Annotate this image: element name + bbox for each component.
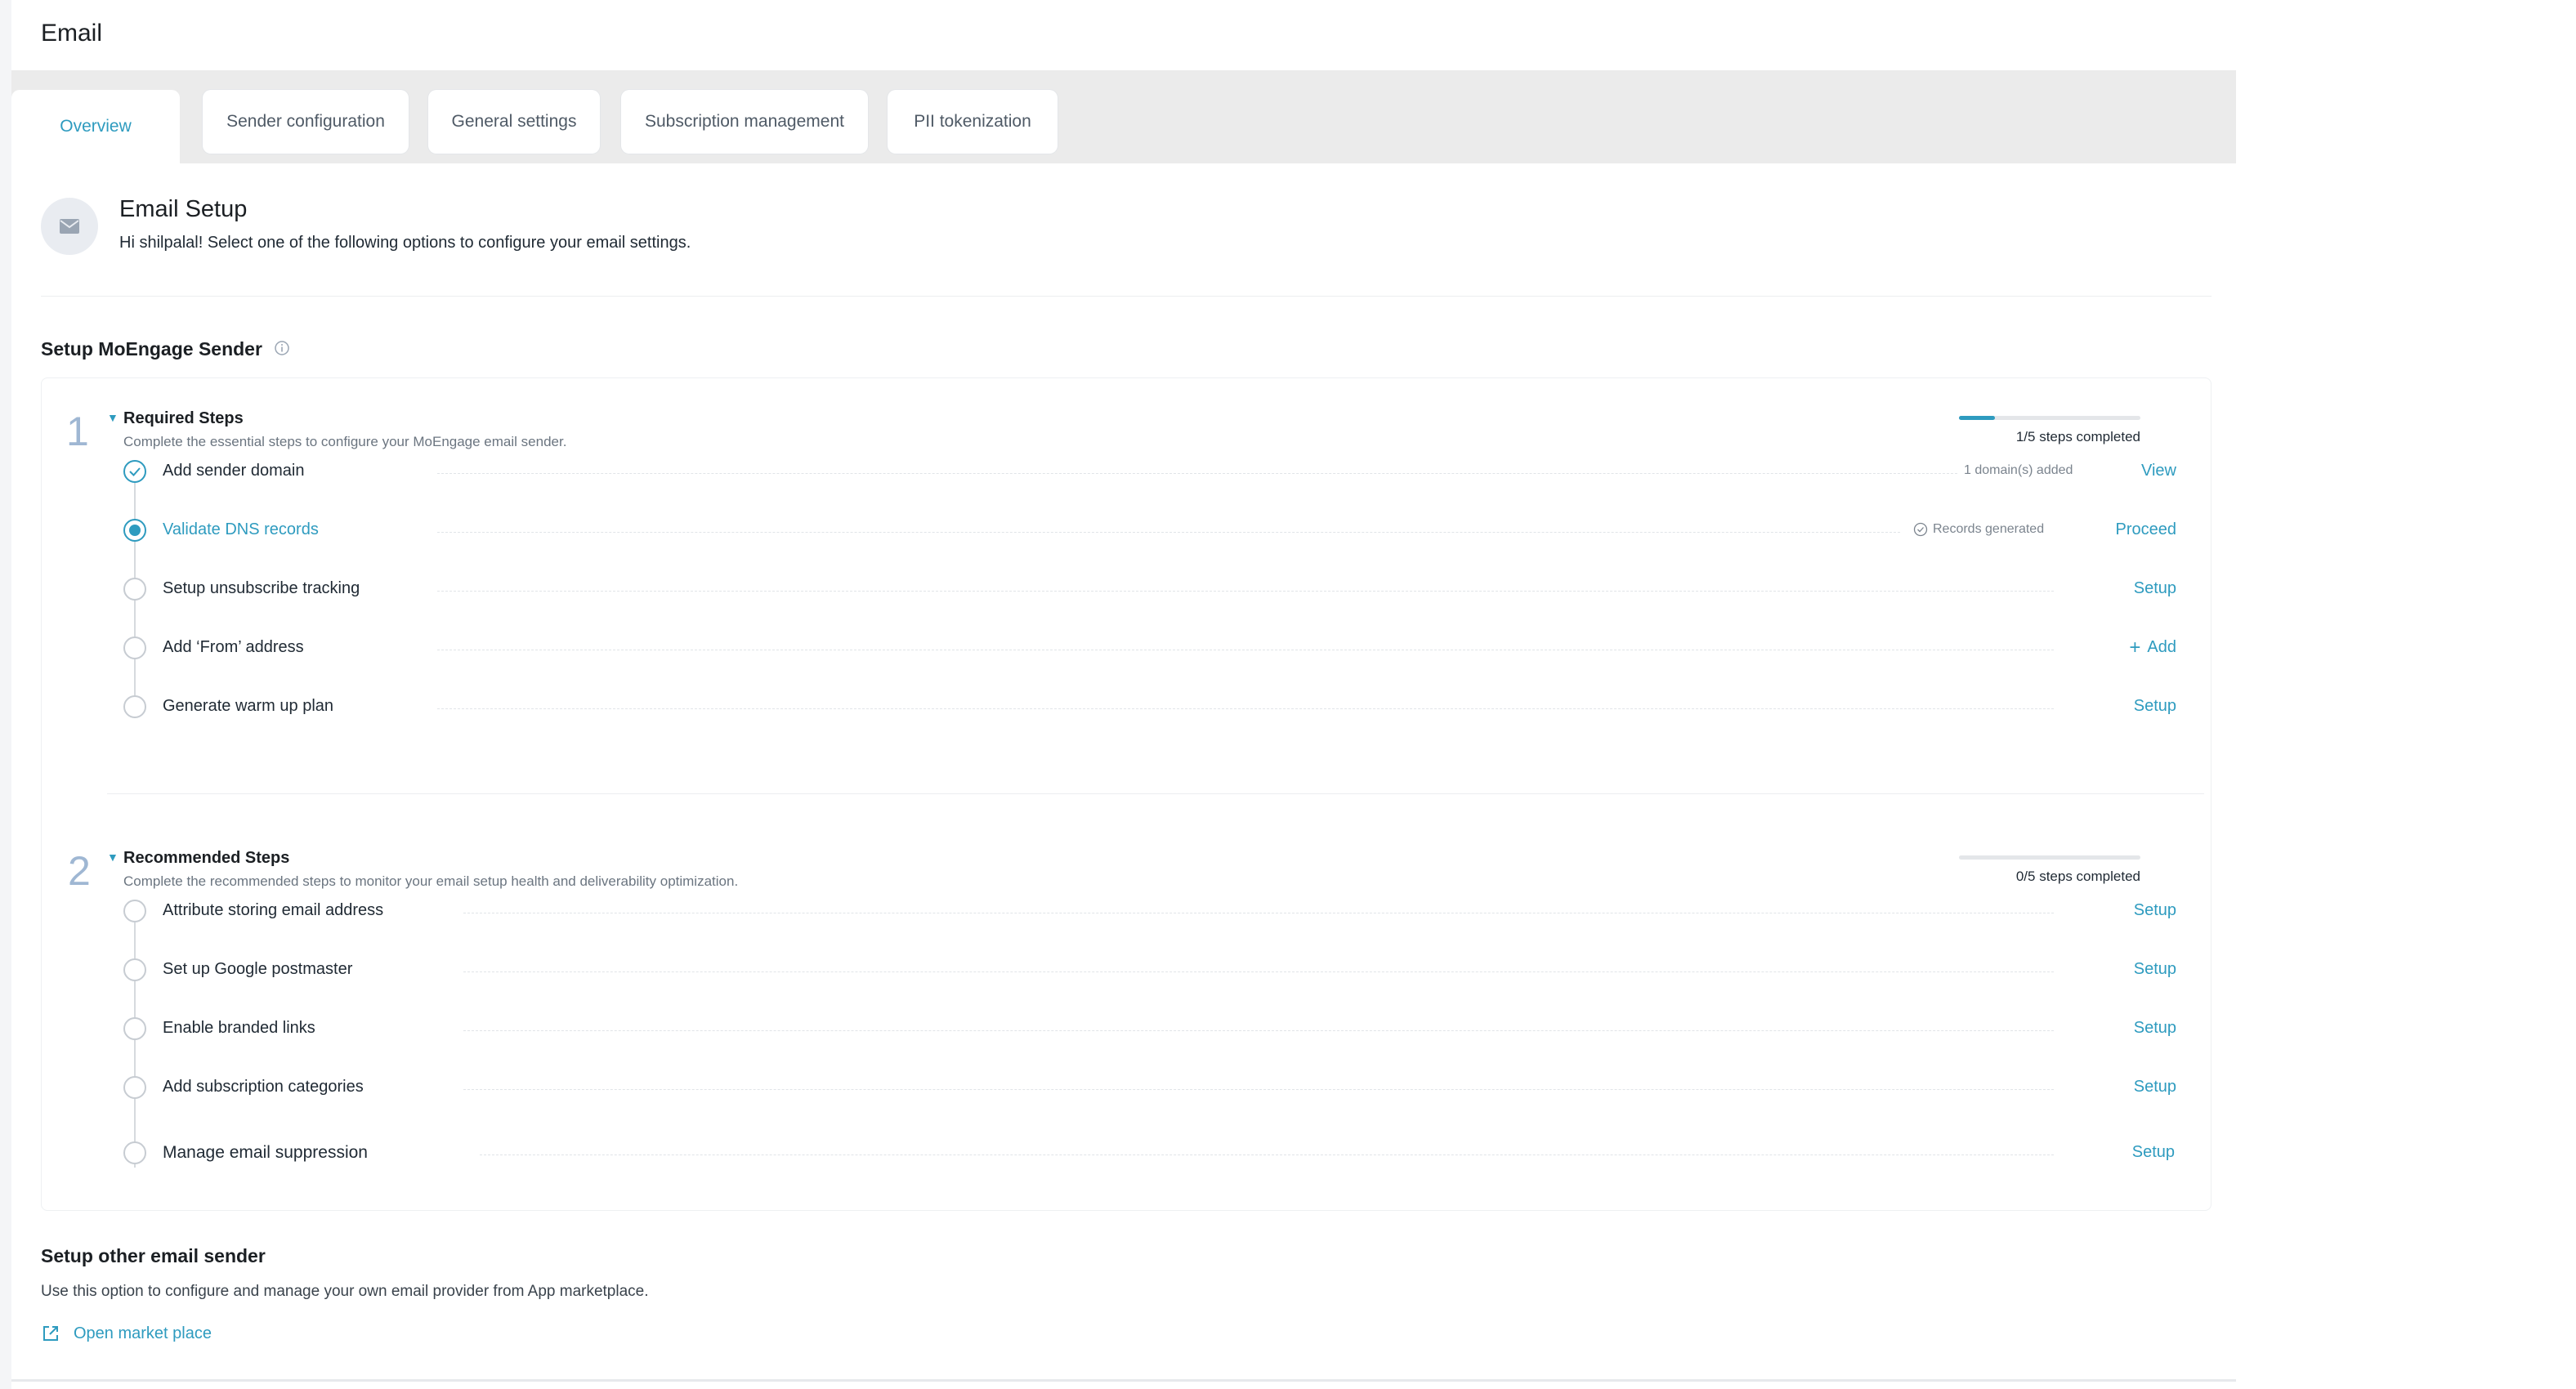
email-setup-subtitle: Hi shilpalal! Select one of the followin… [119,234,691,252]
open-marketplace-label: Open market place [74,1324,212,1342]
other-sender-description: Use this option to configure and manage … [41,1283,649,1300]
progress-bar [1959,416,2140,420]
tab-sender-configuration[interactable]: Sender configuration [203,90,409,154]
check-badge-icon [1913,522,1928,537]
other-sender-title: Setup other email sender [41,1245,266,1266]
dotted-leader [437,532,1900,533]
right-blank-area [2236,0,2576,1389]
plus-icon: + [2129,636,2141,659]
collapse-caret-icon[interactable]: ▼ [107,411,119,424]
divider [41,296,2212,297]
bottom-border [11,1379,2236,1382]
group-number: 2 [68,848,91,894]
open-marketplace-link[interactable]: Open market place [41,1324,212,1343]
group-title[interactable]: Recommended Steps [123,849,289,868]
pending-step-icon [123,578,146,601]
progress-label: 1/5 steps completed [2015,429,2140,444]
email-setup-title: Email Setup [119,196,248,222]
group-title[interactable]: Required Steps [123,409,244,428]
mail-icon [41,198,98,255]
step-label[interactable]: Validate DNS records [163,520,319,539]
current-step-icon [123,519,146,542]
dotted-leader [463,1089,2054,1090]
step-validate-dns-records: Validate DNS records Records generated P… [123,516,2183,548]
step-add-sender-domain: Add sender domain 1 domain(s) added View [123,457,2183,489]
step-label: Add subscription categories [163,1078,364,1096]
collapse-caret-icon[interactable]: ▼ [107,851,119,864]
setup-button[interactable]: Setup [2095,960,2176,979]
setup-button[interactable]: Setup [2095,1019,2176,1038]
step-branded-links: Enable branded links Setup [123,1014,2183,1047]
step-label: Enable branded links [163,1019,315,1037]
setup-button[interactable]: Setup [2095,901,2176,920]
step-label: Add ‘From’ address [163,638,304,656]
overview-panel: Email Setup Hi shilpalal! Select one of … [11,163,2236,1382]
step-attribute-storing-email: Attribute storing email address Setup [123,896,2183,929]
page-header: Email [11,0,2236,70]
pending-step-icon [123,695,146,718]
setup-button[interactable]: Setup [2095,697,2176,716]
pending-step-icon [123,636,146,659]
progress-fill [1959,416,1996,420]
setup-button[interactable]: Setup [2095,579,2176,598]
step-label: Setup unsubscribe tracking [163,579,360,597]
step-label: Generate warm up plan [163,697,334,715]
pending-step-icon [123,1017,146,1040]
add-button[interactable]: + Add [2095,636,2176,659]
step-meta: Records generated [1913,522,2044,537]
progress-label: 0/5 steps completed [2015,869,2140,884]
progress-bar [1959,855,2140,860]
setup-button[interactable]: Setup [2093,1143,2175,1162]
dotted-leader [437,473,1957,474]
page-title: Email [41,20,103,47]
check-circle-icon [123,460,146,483]
step-label: Set up Google postmaster [163,960,353,978]
dotted-leader [463,971,2054,972]
tab-general-settings[interactable]: General settings [428,90,600,154]
moengage-steps-card: 1 ▼ Required Steps Complete the essentia… [41,377,2212,1211]
group-number: 1 [66,409,89,454]
info-icon[interactable] [274,339,290,361]
proceed-button[interactable]: Proceed [2095,520,2177,539]
dotted-leader [437,708,2054,709]
step-meta: 1 domain(s) added [1964,463,2073,477]
pending-step-icon [123,1141,146,1164]
tab-pii-tokenization[interactable]: PII tokenization [888,90,1058,154]
records-generated-label: Records generated [1933,522,2045,536]
tab-overview[interactable]: Overview [11,90,180,163]
step-label: Attribute storing email address [163,901,384,919]
moengage-sender-label: Setup MoEngage Sender [41,338,262,360]
step-label: Add sender domain [163,462,305,480]
pending-step-icon [123,958,146,981]
dotted-leader [437,591,2054,592]
tab-subscription-management[interactable]: Subscription management [621,90,868,154]
left-edge [0,0,11,1389]
step-label: Manage email suppression [163,1143,368,1162]
step-add-from-address: Add ‘From’ address + Add [123,633,2183,666]
step-generate-warm-up-plan: Generate warm up plan Setup [123,692,2183,725]
step-setup-unsubscribe-tracking: Setup unsubscribe tracking Setup [123,574,2183,607]
add-label: Add [2147,638,2176,656]
tab-bar: Overview Sender configuration General se… [11,70,2236,163]
group-divider [107,793,2204,794]
group-description: Complete the recommended steps to monito… [123,873,739,889]
dotted-leader [463,1030,2054,1031]
setup-button[interactable]: Setup [2095,1078,2176,1096]
external-link-icon [43,1326,58,1341]
view-button[interactable]: View [2111,462,2176,480]
step-google-postmaster: Set up Google postmaster Setup [123,955,2183,988]
step-subscription-categories: Add subscription categories Setup [123,1073,2183,1105]
pending-step-icon [123,1076,146,1099]
group-description: Complete the essential steps to configur… [123,434,567,449]
moengage-sender-title: Setup MoEngage Sender [41,338,290,361]
pending-step-icon [123,900,146,922]
step-email-suppression: Manage email suppression Setup [123,1138,2183,1171]
